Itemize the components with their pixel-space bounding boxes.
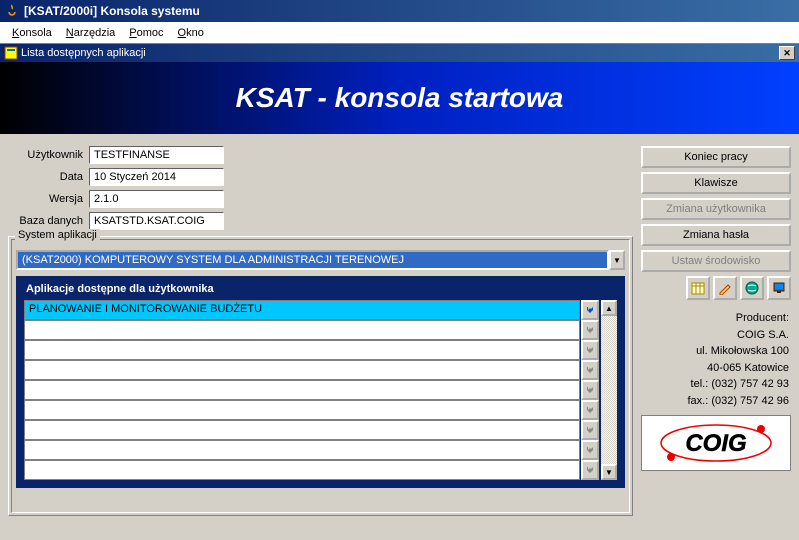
list-item[interactable]: [24, 400, 599, 420]
list-item-label: [24, 460, 580, 480]
run-icon[interactable]: [581, 380, 599, 400]
change-user-button: Zmiana użytkownika: [641, 198, 791, 220]
producer-street: ul. Mikołowska 100: [641, 343, 789, 360]
user-label: Użytkownik: [8, 149, 83, 161]
system-selected: (KSAT2000) KOMPUTEROWY SYSTEM DLA ADMINI…: [16, 250, 609, 270]
menu-pomoc[interactable]: Pomoc: [123, 25, 169, 41]
version-label: Wersja: [8, 193, 83, 205]
pencil-icon[interactable]: [713, 276, 737, 300]
run-icon[interactable]: [581, 460, 599, 480]
list-item-label: [24, 420, 580, 440]
system-dropdown[interactable]: (KSAT2000) KOMPUTEROWY SYSTEM DLA ADMINI…: [16, 250, 625, 270]
producer-city: 40-065 Katowice: [641, 360, 789, 377]
menubar: Konsola Narzędzia Pomoc Okno: [0, 22, 799, 44]
menu-narzedzia[interactable]: Narzędzia: [60, 25, 122, 41]
banner: KSAT - konsola startowa: [0, 62, 799, 134]
list-item-label: [24, 340, 580, 360]
db-label: Baza danych: [8, 215, 83, 227]
system-group: System aplikacji (KSAT2000) KOMPUTEROWY …: [8, 236, 633, 516]
version-value: 2.1.0: [89, 190, 224, 208]
run-icon[interactable]: [581, 440, 599, 460]
list-item[interactable]: [24, 380, 599, 400]
form-icon: [4, 46, 18, 60]
subwindow-title: Lista dostępnych aplikacji: [21, 47, 146, 59]
java-icon: [4, 3, 20, 19]
subwindow-close-button[interactable]: ✕: [779, 46, 795, 60]
change-password-button[interactable]: Zmiana hasła: [641, 224, 791, 246]
producer-label: Producent:: [641, 310, 789, 327]
list-item-label: [24, 440, 580, 460]
keys-button[interactable]: Klawisze: [641, 172, 791, 194]
list-item[interactable]: PLANOWANIE I MONITOROWANIE BUDŻETU: [24, 300, 599, 320]
list-item[interactable]: [24, 360, 599, 380]
list-item[interactable]: [24, 460, 599, 480]
db-value: KSATSTD.KSAT.COIG: [89, 212, 224, 230]
scroll-track[interactable]: [601, 316, 617, 464]
list-item-label: [24, 360, 580, 380]
menu-okno[interactable]: Okno: [172, 25, 210, 41]
producer-name: COIG S.A.: [641, 327, 789, 344]
list-item-label: [24, 380, 580, 400]
scrollbar[interactable]: ▲ ▼: [601, 300, 617, 480]
calendar-icon[interactable]: [686, 276, 710, 300]
monitor-icon[interactable]: [767, 276, 791, 300]
list-item[interactable]: [24, 420, 599, 440]
coig-logo: COIG: [641, 415, 791, 471]
run-icon[interactable]: [581, 420, 599, 440]
menu-konsola[interactable]: Konsola: [6, 25, 58, 41]
run-icon[interactable]: [581, 360, 599, 380]
list-item-label: PLANOWANIE I MONITOROWANIE BUDŻETU: [24, 300, 580, 320]
apps-title: Aplikacje dostępne dla użytkownika: [24, 280, 617, 300]
list-item-label: [24, 400, 580, 420]
run-icon[interactable]: [581, 340, 599, 360]
run-icon[interactable]: [581, 300, 599, 320]
list-item[interactable]: [24, 340, 599, 360]
scroll-up-icon[interactable]: ▲: [601, 300, 617, 316]
window-title: [KSAT/2000i] Konsola systemu: [24, 4, 200, 18]
date-value: 10 Styczeń 2014: [89, 168, 224, 186]
user-value: TESTFINANSE: [89, 146, 224, 164]
outer-titlebar: [KSAT/2000i] Konsola systemu: [0, 0, 799, 22]
dropdown-arrow-icon[interactable]: ▼: [609, 250, 625, 270]
producer-fax: fax.: (032) 757 42 96: [641, 393, 789, 410]
system-group-label: System aplikacji: [15, 229, 100, 241]
list-item[interactable]: [24, 440, 599, 460]
svg-text:COIG: COIG: [685, 430, 746, 457]
scroll-down-icon[interactable]: ▼: [601, 464, 617, 480]
producer-info: Producent: COIG S.A. ul. Mikołowska 100 …: [641, 310, 791, 409]
run-icon[interactable]: [581, 400, 599, 420]
apps-list: PLANOWANIE I MONITOROWANIE BUDŻETU: [24, 300, 599, 480]
date-label: Data: [8, 171, 83, 183]
producer-tel: tel.: (032) 757 42 93: [641, 376, 789, 393]
globe-icon[interactable]: [740, 276, 764, 300]
list-item-label: [24, 320, 580, 340]
end-work-button[interactable]: Koniec pracy: [641, 146, 791, 168]
set-env-button: Ustaw środowisko: [641, 250, 791, 272]
subwindow-titlebar: Lista dostępnych aplikacji ✕: [0, 44, 799, 62]
run-icon[interactable]: [581, 320, 599, 340]
list-item[interactable]: [24, 320, 599, 340]
